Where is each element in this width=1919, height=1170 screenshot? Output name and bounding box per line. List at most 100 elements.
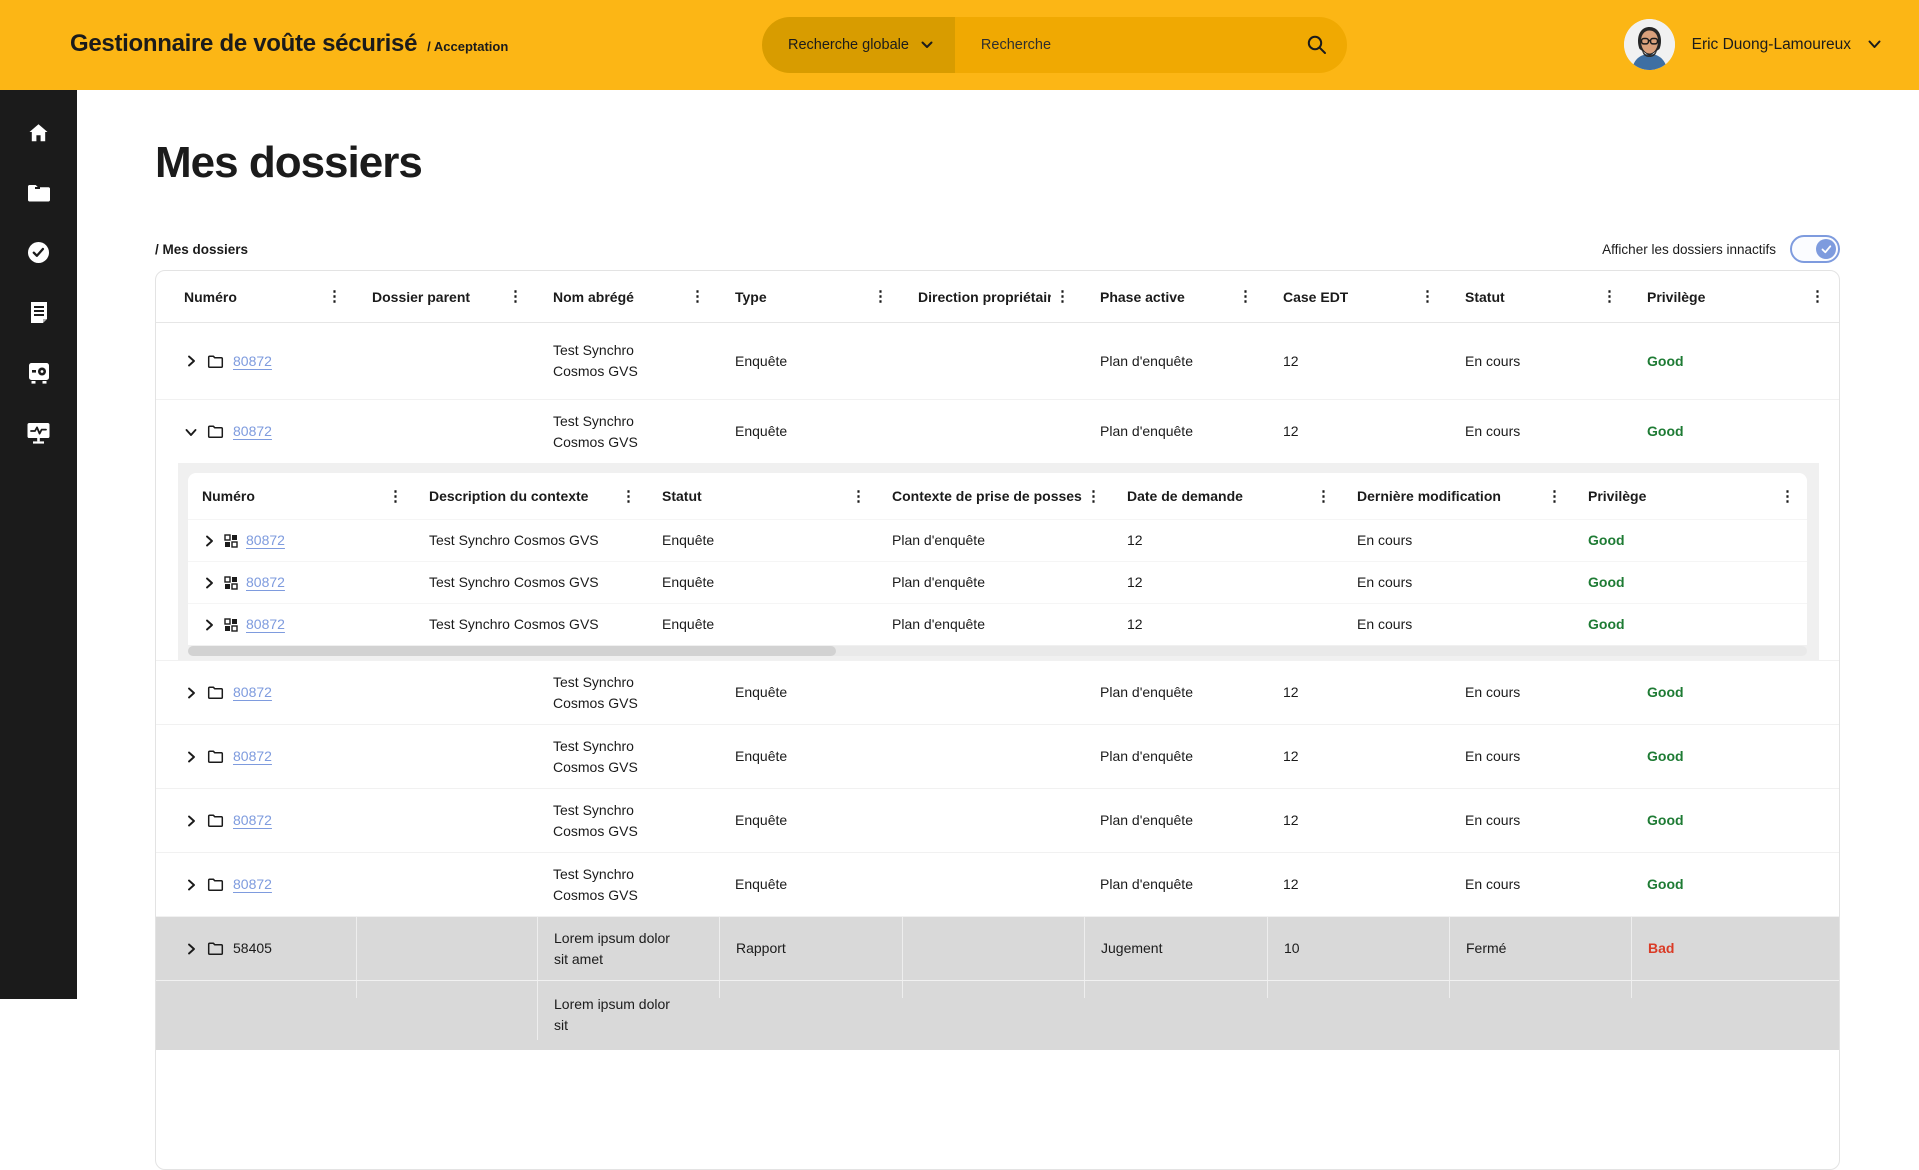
- column-menu-icon[interactable]: ⋮: [847, 485, 870, 508]
- dossier-number-link[interactable]: 80872: [233, 746, 272, 767]
- column-menu-icon[interactable]: ⋮: [504, 285, 527, 308]
- cell-numero: 80872: [156, 789, 356, 852]
- cell-numero: 80872: [156, 853, 356, 916]
- cell-nom-abrege: Test Synchro Cosmos GVS: [537, 661, 719, 724]
- nested-table-row: 80872 Test Synchro Cosmos GVS Enquête Pl…: [188, 561, 1807, 603]
- column-menu-icon[interactable]: ⋮: [1312, 485, 1335, 508]
- sidebar-item-documents[interactable]: [0, 285, 77, 345]
- cell-dossier-parent: [356, 789, 537, 852]
- column-menu-icon[interactable]: ⋮: [1543, 485, 1566, 508]
- cell-type: Enquête: [719, 661, 902, 724]
- dossier-number-link[interactable]: 80872: [246, 614, 285, 635]
- sidebar-item-approbations[interactable]: [0, 225, 77, 285]
- dossier-number-link[interactable]: 80872: [233, 874, 272, 895]
- column-menu-icon[interactable]: ⋮: [1082, 485, 1105, 508]
- column-menu-icon[interactable]: ⋮: [323, 285, 346, 308]
- nested-contexts-panel: Numéro ⋮ Description du contexte ⋮ Statu…: [178, 463, 1819, 660]
- sidebar-item-dossiers[interactable]: [0, 165, 77, 225]
- column-header: Dernière modification ⋮: [1343, 473, 1574, 519]
- cell-date-demande: 12: [1113, 604, 1343, 645]
- column-header-label: Numéro: [202, 488, 255, 504]
- cell-type: Enquête: [719, 323, 902, 399]
- cell-direction: [902, 981, 1084, 998]
- page-title: Mes dossiers: [155, 138, 422, 188]
- dossier-number-link[interactable]: 80872: [233, 421, 272, 442]
- column-header: Nom abrégé ⋮: [537, 271, 719, 322]
- column-menu-icon[interactable]: ⋮: [1051, 285, 1074, 308]
- expand-chevron-icon[interactable]: [184, 814, 198, 828]
- monitor-activity-icon: [25, 420, 52, 450]
- cell-dossier-parent: [356, 323, 537, 399]
- cell-case-edt: 12: [1267, 853, 1449, 916]
- cell-case-edt: 10: [1267, 917, 1449, 980]
- column-menu-icon[interactable]: ⋮: [1234, 285, 1257, 308]
- expand-chevron-icon[interactable]: [184, 425, 198, 439]
- expand-chevron-icon[interactable]: [184, 750, 198, 764]
- cell-case-edt: 12: [1267, 789, 1449, 852]
- cell-numero: 80872: [156, 725, 356, 788]
- column-menu-icon[interactable]: ⋮: [1806, 285, 1829, 308]
- expand-chevron-icon[interactable]: [184, 354, 198, 368]
- cell-contexte-possession: Plan d'enquête: [878, 520, 1113, 561]
- expand-chevron-icon[interactable]: [184, 942, 198, 956]
- cell-type: Enquête: [719, 853, 902, 916]
- nested-table-body: 80872 Test Synchro Cosmos GVS Enquête Pl…: [188, 519, 1807, 645]
- cell-privilege: Good: [1631, 853, 1839, 916]
- column-menu-icon[interactable]: ⋮: [686, 285, 709, 308]
- column-menu-icon[interactable]: ⋮: [617, 485, 640, 508]
- column-header-label: Contexte de prise de possession: [892, 488, 1082, 504]
- cell-privilege: Good: [1574, 562, 1807, 603]
- search-icon[interactable]: [1305, 33, 1329, 57]
- cell-phase-active: Jugement: [1084, 917, 1267, 980]
- expand-chevron-icon[interactable]: [202, 576, 216, 590]
- scrollbar-thumb[interactable]: [188, 646, 836, 656]
- horizontal-scrollbar[interactable]: [188, 646, 1807, 656]
- cell-phase-active: Plan d'enquête: [1084, 789, 1267, 852]
- inactive-folders-toggle[interactable]: [1790, 235, 1840, 263]
- dossier-number-link[interactable]: 80872: [233, 810, 272, 831]
- cell-type: Enquête: [719, 725, 902, 788]
- search-input[interactable]: [981, 37, 1281, 53]
- cell-nom-abrege: Test Synchro Cosmos GVS: [537, 789, 719, 852]
- chevron-down-icon: [921, 41, 933, 49]
- sidebar-item-home[interactable]: [0, 105, 77, 165]
- dossier-number-link[interactable]: 80872: [246, 530, 285, 551]
- cell-nom-abrege: Test Synchro Cosmos GVS: [537, 853, 719, 916]
- expand-chevron-icon[interactable]: [202, 618, 216, 632]
- cell-type: Rapport: [719, 917, 902, 980]
- column-menu-icon[interactable]: ⋮: [1776, 485, 1799, 508]
- column-menu-icon[interactable]: ⋮: [869, 285, 892, 308]
- column-menu-icon[interactable]: ⋮: [1416, 285, 1439, 308]
- column-header: Type ⋮: [719, 271, 902, 322]
- expand-chevron-icon[interactable]: [202, 534, 216, 548]
- dossier-number-link[interactable]: 80872: [246, 572, 285, 593]
- user-menu[interactable]: Eric Duong-Lamoureux: [1624, 19, 1881, 70]
- app-title: Gestionnaire de voûte sécurisé: [70, 30, 417, 58]
- column-header: Statut ⋮: [648, 473, 878, 519]
- expand-chevron-icon[interactable]: [184, 686, 198, 700]
- expand-chevron-icon[interactable]: [184, 878, 198, 892]
- cell-statut: Enquête: [648, 604, 878, 645]
- column-menu-icon[interactable]: ⋮: [384, 485, 407, 508]
- search-scope-dropdown[interactable]: Recherche globale: [762, 17, 955, 73]
- table-row: 80872 Test Synchro Cosmos GVS Enquête Pl…: [156, 852, 1839, 916]
- dossier-number-link[interactable]: 80872: [233, 351, 272, 372]
- column-header-label: Direction propriétaire: [918, 289, 1051, 305]
- dossier-number-link[interactable]: 80872: [233, 682, 272, 703]
- column-header-label: Description du contexte: [429, 488, 588, 504]
- column-header-label: Statut: [662, 488, 702, 504]
- cell-numero: 80872: [188, 562, 415, 603]
- app-brand: Gestionnaire de voûte sécurisé / Accepta…: [70, 30, 508, 58]
- sidebar-item-activite[interactable]: [0, 405, 77, 465]
- cell-numero: 58405: [156, 917, 356, 980]
- folder-icon: [207, 749, 224, 764]
- breadcrumb-row: / Mes dossiers Afficher les dossiers inn…: [155, 235, 1840, 263]
- cell-dossier-parent: [356, 981, 537, 998]
- column-header: Phase active ⋮: [1084, 271, 1267, 322]
- sidebar-item-voute[interactable]: [0, 345, 77, 405]
- inactive-toggle-group: Afficher les dossiers innactifs: [1602, 235, 1840, 263]
- column-menu-icon[interactable]: ⋮: [1598, 285, 1621, 308]
- folder-icon: [207, 685, 224, 700]
- table-body: 80872 Test Synchro Cosmos GVS Enquête Pl…: [156, 323, 1839, 1050]
- table-row: 80872 Test Synchro Cosmos GVS Enquête Pl…: [156, 323, 1839, 399]
